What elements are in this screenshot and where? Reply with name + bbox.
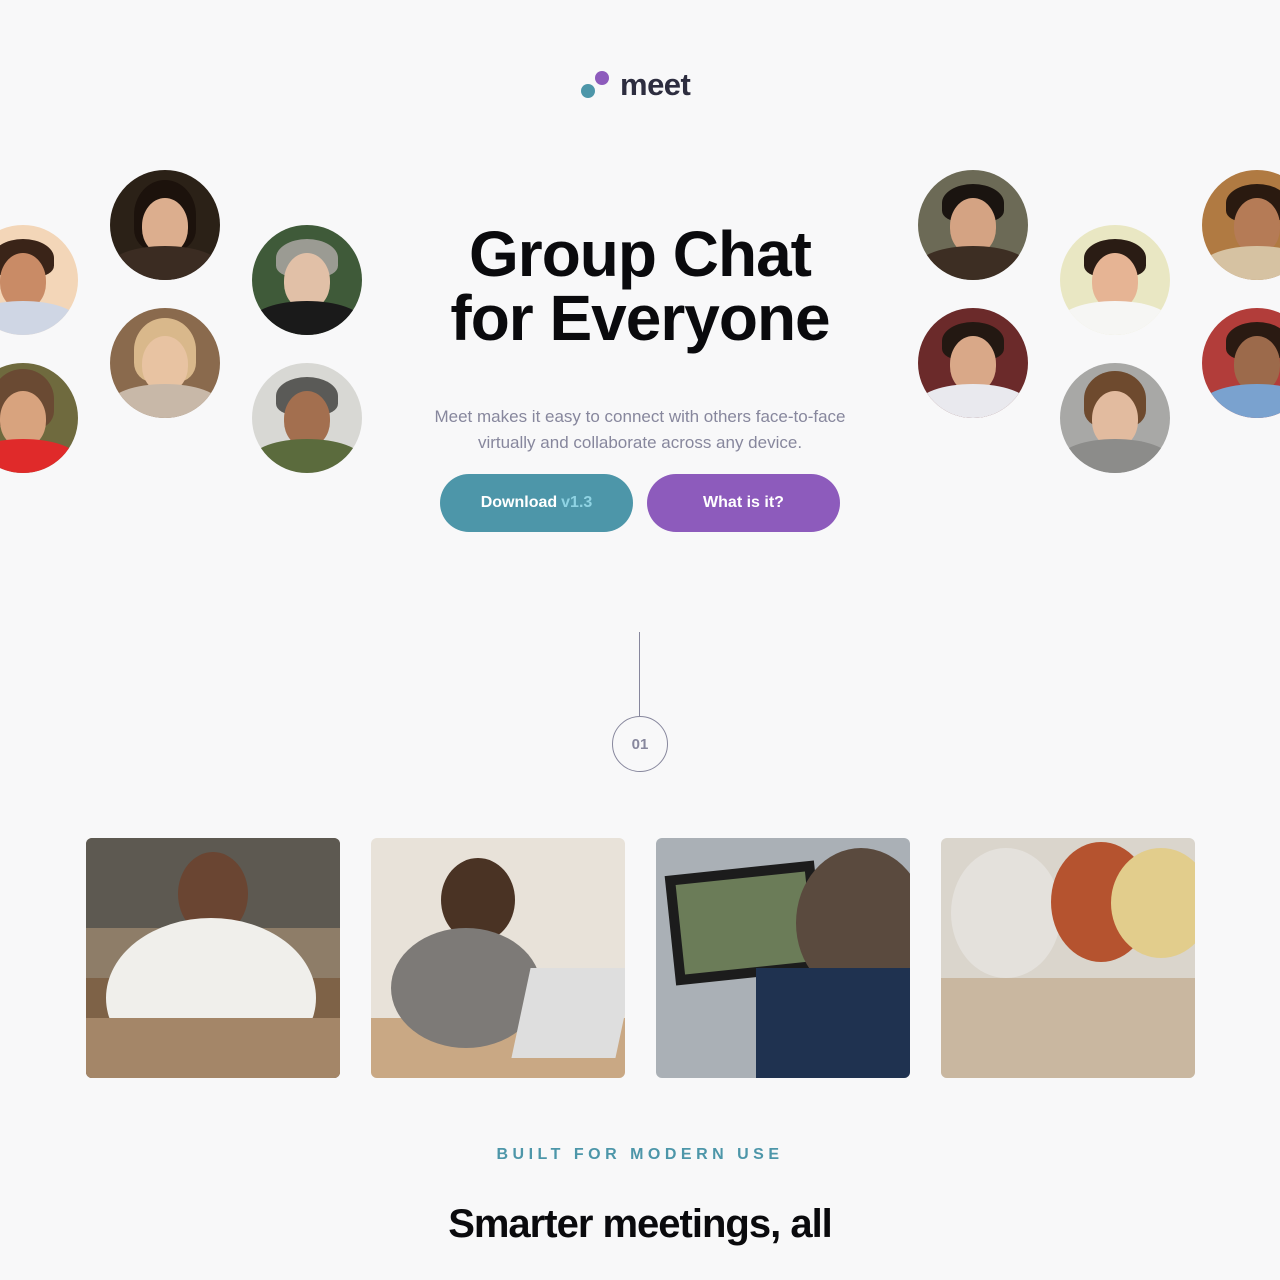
avatar	[1060, 225, 1170, 335]
avatar	[252, 225, 362, 335]
step-number: 01	[631, 735, 649, 753]
section-eyebrow: BUILT FOR MODERN USE	[496, 1146, 784, 1163]
avatar	[1202, 308, 1280, 418]
hero-description: Meet makes it easy to connect with other…	[434, 407, 846, 452]
man-smiling-at-phone-photo	[86, 838, 340, 1078]
download-version: v1.3	[561, 494, 593, 511]
man-on-video-call-photo	[656, 838, 910, 1078]
download-button-label: Download	[480, 494, 558, 511]
avatar	[918, 170, 1028, 280]
step-connector-line	[639, 632, 640, 716]
woman-laughing-at-laptop-photo	[371, 838, 625, 1078]
section-title: Smarter meetings, all	[448, 1202, 833, 1246]
women-looking-at-phone-photo	[941, 838, 1195, 1078]
avatar	[110, 308, 220, 418]
hero-title: Group Chat for Everyone	[400, 222, 880, 350]
avatar	[0, 363, 78, 473]
avatar	[1202, 170, 1280, 280]
what-is-it-label: What is it?	[703, 494, 784, 511]
step-number-badge: 01	[612, 716, 668, 772]
avatar	[1060, 363, 1170, 473]
hero-title-line2: for Everyone	[450, 282, 830, 354]
download-button[interactable]: Download v1.3	[440, 474, 633, 532]
avatar	[0, 225, 78, 335]
avatar	[110, 170, 220, 280]
avatar	[252, 363, 362, 473]
logo[interactable]: meet	[580, 66, 691, 102]
hero-title-line1: Group Chat	[469, 218, 812, 290]
logo-wordmark: meet	[620, 66, 691, 102]
what-is-it-button[interactable]: What is it?	[647, 474, 840, 532]
avatar	[918, 308, 1028, 418]
logo-dots-icon	[580, 68, 610, 100]
